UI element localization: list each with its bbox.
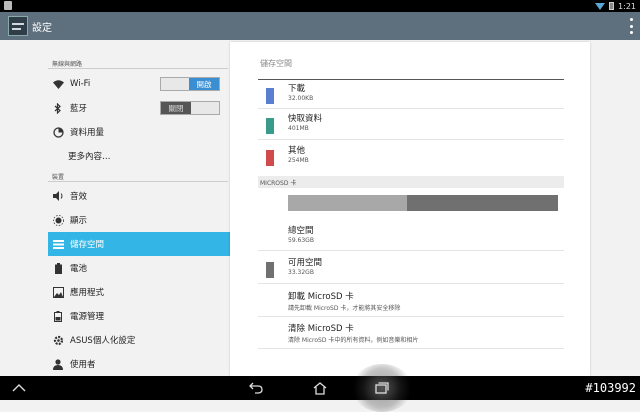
wifi-signal-icon <box>595 2 606 10</box>
sidebar-item-label: ASUS個人化設定 <box>70 336 136 346</box>
divider <box>258 283 564 284</box>
settings-sidebar: 無線與網路 Wi-Fi 開啟 藍牙 關閉 資料用量 更多內容… 裝置 音效 顯示… <box>0 40 230 376</box>
storage-item-name: 其他 <box>288 146 306 156</box>
bluetooth-toggle[interactable]: 關閉 <box>160 101 220 115</box>
sidebar-item-label: 使用者 <box>70 360 96 370</box>
color-swatch <box>266 262 274 278</box>
sidebar-item-wifi[interactable]: Wi-Fi 開啟 <box>48 72 230 96</box>
divider <box>258 139 564 140</box>
sidebar-item-users[interactable]: 使用者 <box>48 352 230 376</box>
action-subtitle: 清除 MicroSD 卡中的所有資料，例如音樂和相片 <box>288 337 419 344</box>
sidebar-item-label: 顯示 <box>70 216 88 226</box>
sidebar-item-asus-customized[interactable]: ASUS個人化設定 <box>48 328 230 352</box>
battery-icon <box>609 2 615 10</box>
sidebar-item-apps[interactable]: 應用程式 <box>48 280 230 304</box>
power-management-icon <box>52 310 64 322</box>
battery-icon <box>52 262 64 274</box>
sound-icon <box>52 190 64 202</box>
sidebar-item-sound[interactable]: 音效 <box>48 184 230 208</box>
home-button-icon[interactable] <box>311 380 329 396</box>
notification-icon <box>4 1 12 10</box>
toggle-state-label: 關閉 <box>161 102 191 114</box>
storage-item-size: 59.63GB <box>288 237 314 244</box>
storage-panel: 儲存空間 下載 32.00KB 快取資料 401MB 其他 254MB MICR… <box>230 42 590 376</box>
apps-icon <box>52 286 64 298</box>
gear-icon <box>52 334 64 346</box>
sidebar-item-data-usage[interactable]: 資料用量 <box>48 120 230 144</box>
divider <box>258 79 564 80</box>
sidebar-item-label: 電池 <box>70 264 88 274</box>
unmount-microsd-button[interactable]: 卸載 MicroSD 卡 請先卸載 MicroSD 卡，才能將其安全移除 <box>288 290 564 318</box>
sidebar-item-label: 電源管理 <box>70 312 105 322</box>
overflow-menu-icon[interactable] <box>628 18 634 34</box>
data-usage-icon <box>52 126 64 138</box>
sidebar-item-bluetooth[interactable]: 藍牙 關閉 <box>48 96 230 120</box>
action-title: 卸載 MicroSD 卡 <box>288 292 354 302</box>
sidebar-item-label: 儲存空間 <box>70 240 105 250</box>
sidebar-item-label: 資料用量 <box>70 128 105 138</box>
section-wireless-label: 無線與網路 <box>52 61 83 68</box>
settings-app-icon[interactable] <box>8 16 28 36</box>
sidebar-item-label: 應用程式 <box>70 288 105 298</box>
sidebar-item-label: 更多內容… <box>68 152 111 162</box>
sidebar-item-label: Wi-Fi <box>70 79 91 89</box>
storage-item-size: 401MB <box>288 125 309 132</box>
storage-item-total: 總空間 59.63GB <box>258 224 564 256</box>
microsd-section-header: MICROSD 卡 <box>258 176 564 188</box>
wifi-toggle[interactable]: 開啟 <box>160 77 220 91</box>
sidebar-item-storage[interactable]: 儲存空間 <box>48 232 230 256</box>
divider <box>258 108 564 109</box>
back-button-icon[interactable] <box>247 380 265 396</box>
recent-apps-button-icon[interactable] <box>373 380 391 396</box>
storage-item-size: 33.32GB <box>288 269 314 276</box>
clock: 1:21 <box>618 1 636 11</box>
action-title: 清除 MicroSD 卡 <box>288 324 354 334</box>
bluetooth-icon <box>52 102 64 114</box>
color-swatch <box>266 118 274 134</box>
storage-icon <box>52 238 64 250</box>
sidebar-item-power-management[interactable]: 電源管理 <box>48 304 230 328</box>
panel-title: 儲存空間 <box>260 59 292 68</box>
display-icon <box>52 214 64 226</box>
storage-item-name: 總空間 <box>288 226 314 236</box>
section-device-label: 裝置 <box>52 174 65 181</box>
storage-item-name: 可用空間 <box>288 258 323 268</box>
image-id-watermark: #103992 <box>585 381 636 395</box>
toggle-state-label: 開啟 <box>189 78 219 90</box>
color-swatch <box>266 88 274 104</box>
storage-item-name: 快取資料 <box>288 114 323 124</box>
page-title: 設定 <box>32 23 52 34</box>
action-subtitle: 請先卸載 MicroSD 卡，才能將其安全移除 <box>288 305 401 312</box>
divider <box>48 68 228 69</box>
sidebar-item-more[interactable]: 更多內容… <box>48 144 230 168</box>
divider <box>48 181 228 182</box>
storage-item-size: 254MB <box>288 157 309 164</box>
microsd-usage-bar <box>288 195 558 211</box>
microsd-header-label: MICROSD 卡 <box>260 180 297 187</box>
sidebar-item-label: 藍牙 <box>70 104 88 114</box>
divider <box>258 348 564 349</box>
divider <box>258 250 564 251</box>
action-bar: 設定 <box>0 12 640 40</box>
microsd-used-fill <box>288 195 407 211</box>
sidebar-item-display[interactable]: 顯示 <box>48 208 230 232</box>
storage-item-name: 下載 <box>288 84 306 94</box>
expand-chevron-icon[interactable] <box>10 380 28 396</box>
storage-item-other[interactable]: 其他 254MB <box>258 144 564 176</box>
status-bar: 1:21 <box>0 0 640 12</box>
divider <box>258 316 564 317</box>
wifi-icon <box>52 78 64 90</box>
status-icons: 1:21 <box>595 0 636 12</box>
storage-item-downloads[interactable]: 下載 32.00KB <box>258 82 564 114</box>
color-swatch <box>266 150 274 166</box>
user-icon <box>52 358 64 370</box>
sidebar-item-label: 音效 <box>70 192 88 202</box>
erase-microsd-button[interactable]: 清除 MicroSD 卡 清除 MicroSD 卡中的所有資料，例如音樂和相片 <box>288 322 564 350</box>
sidebar-item-battery[interactable]: 電池 <box>48 256 230 280</box>
storage-item-size: 32.00KB <box>288 95 314 102</box>
navigation-bar: #103992 <box>0 364 640 412</box>
